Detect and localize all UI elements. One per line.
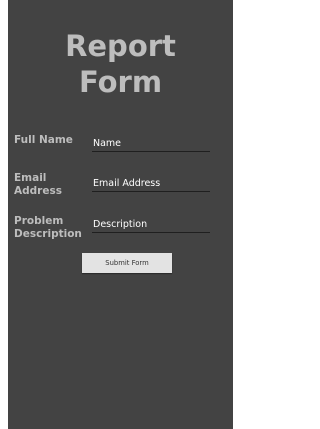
title-line-1: Report [65,29,176,63]
problem-description-label: Problem Description [14,215,84,241]
full-name-label: Full Name [14,134,84,147]
report-form-screen: Report Form Full Name Name Email Address… [8,0,233,429]
full-name-field[interactable]: Name [92,137,210,152]
problem-label-line-1: Problem [14,215,64,227]
description-value: Description [93,219,148,230]
email-address-label: Email Address [14,172,84,198]
description-field[interactable]: Description [92,218,210,233]
email-value: Email Address [93,178,161,189]
full-name-label-text: Full Name [14,134,73,146]
problem-label-line-2: Description [14,228,82,240]
full-name-value: Name [93,138,122,149]
email-label-line-1: Email [14,172,47,184]
email-field[interactable]: Email Address [92,177,210,192]
title-line-2: Form [78,65,163,99]
page-title: Report Form [8,28,233,100]
email-label-line-2: Address [14,185,62,197]
submit-form-button[interactable]: Submit Form [82,253,172,273]
